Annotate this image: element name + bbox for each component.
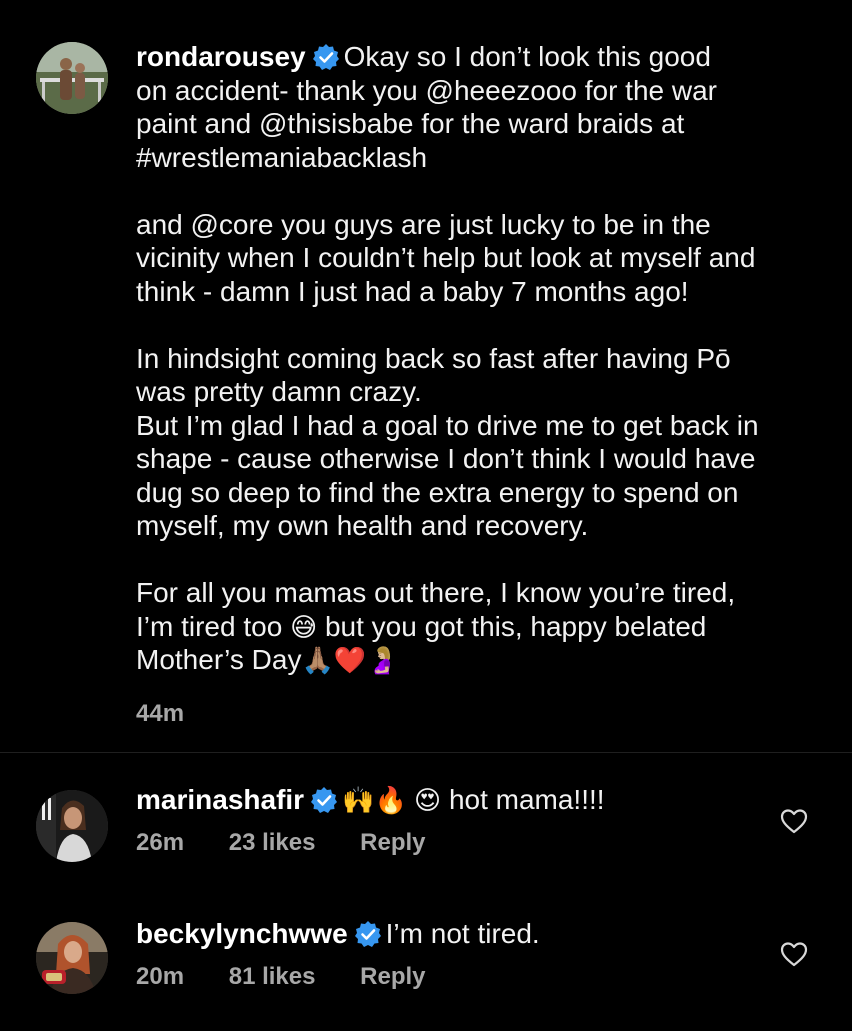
caption-text: Okay so I don’t look this good: [343, 41, 711, 72]
comment-avatar[interactable]: [36, 790, 108, 862]
reply-button[interactable]: Reply: [360, 963, 425, 990]
caption-line: think - damn I just had a baby 7 months …: [136, 275, 826, 309]
caption-line: was pretty damn crazy.: [136, 375, 826, 409]
reply-button[interactable]: Reply: [360, 829, 425, 856]
caption-line: myself, my own health and recovery.: [136, 509, 826, 543]
caption-line: I’m tired too 😅 but you got this, happy …: [136, 610, 826, 644]
comment-likes[interactable]: 81 likes: [229, 963, 316, 990]
caption-text: but you got this, happy belated: [324, 610, 707, 642]
caption-line: shape - cause otherwise I don’t think I …: [136, 442, 826, 476]
comment-avatar[interactable]: [36, 922, 108, 994]
caption-text: vicinity when I couldn’t help but look a…: [136, 242, 756, 273]
comment-username[interactable]: marinashafir: [136, 784, 304, 815]
caption-text: Mother’s Day: [136, 644, 302, 675]
post-username[interactable]: rondarousey: [136, 41, 306, 72]
caption-text: For all you mamas out there, I know you’…: [136, 577, 736, 608]
heart-outline-icon[interactable]: [780, 941, 808, 967]
caption-line: In hindsight coming back so fast after h…: [136, 342, 826, 376]
caption-text[interactable]: #wrestlemaniabacklash: [136, 142, 427, 173]
caption-line: For all you mamas out there, I know you’…: [136, 576, 826, 610]
caption-line: on accident- thank you @heeezooo for the…: [136, 74, 826, 108]
comment-meta: 20m 81 likes Reply: [136, 963, 464, 991]
comment-body: marinashafir 🙌🔥 😍 hot mama!!!!: [136, 783, 605, 817]
comment-body: beckylynchwwe I’m not tired.: [136, 917, 540, 951]
verified-badge-icon: [354, 920, 382, 948]
post-timestamp: 44m: [136, 700, 185, 727]
comment-text: I’m not tired.: [385, 918, 540, 949]
caption-text: But I’m glad I had a goal to drive me to…: [136, 409, 759, 441]
caption-text: think - damn I just had a baby 7 months …: [136, 275, 689, 307]
comment-likes[interactable]: 23 likes: [229, 829, 316, 856]
comment-timestamp: 26m: [136, 829, 185, 856]
caption-line: vicinity when I couldn’t help but look a…: [136, 241, 826, 275]
caption-line: Mother’s Day🙏🏽❤️🤰🏼: [136, 643, 826, 677]
sweat-smile-emoji-icon: 😅: [290, 611, 318, 642]
emoji-sequence-icon: 🙏🏽❤️🤰🏼: [301, 645, 399, 675]
caption-text: paint and @thisisbabe for the ward braid…: [136, 108, 685, 139]
caption-text: I’m tired too: [136, 610, 283, 642]
caption-text: myself, my own health and recovery.: [136, 510, 589, 541]
caption-hashtag[interactable]: #wrestlemaniabacklash: [136, 141, 826, 175]
caption-text: dug so deep to find the extra energy to …: [136, 476, 739, 508]
caption-text: and @core you guys are just lucky to be …: [136, 208, 711, 240]
caption-text: on accident- thank you @heeezooo for the…: [136, 74, 717, 106]
caption-text: In hindsight coming back so fast after h…: [136, 342, 731, 374]
verified-badge-icon: [310, 786, 338, 814]
verified-badge-icon: [312, 43, 340, 71]
caption-line: rondarousey Okay so I don’t look this goo…: [136, 40, 826, 74]
post-caption: rondarousey Okay so I don’t look this goo…: [136, 40, 826, 677]
comment-timestamp: 20m: [136, 963, 185, 990]
caption-line: and @core you guys are just lucky to be …: [136, 208, 826, 242]
caption-text: shape - cause otherwise I don’t think I …: [136, 443, 756, 474]
caption-text: was pretty damn crazy.: [136, 376, 422, 407]
heart-outline-icon[interactable]: [780, 808, 808, 834]
emoji-sequence-icon: 🙌🔥 😍: [342, 785, 442, 815]
caption-line: But I’m glad I had a goal to drive me to…: [136, 409, 826, 443]
comment-text: hot mama!!!!: [448, 784, 605, 815]
caption-line: paint and @thisisbabe for the ward braid…: [136, 107, 826, 141]
post-author-avatar[interactable]: [36, 42, 108, 114]
caption-line: dug so deep to find the extra energy to …: [136, 476, 826, 510]
divider: [0, 752, 852, 753]
comment-meta: 26m 23 likes Reply: [136, 829, 464, 857]
comment-username[interactable]: beckylynchwwe: [136, 918, 348, 949]
